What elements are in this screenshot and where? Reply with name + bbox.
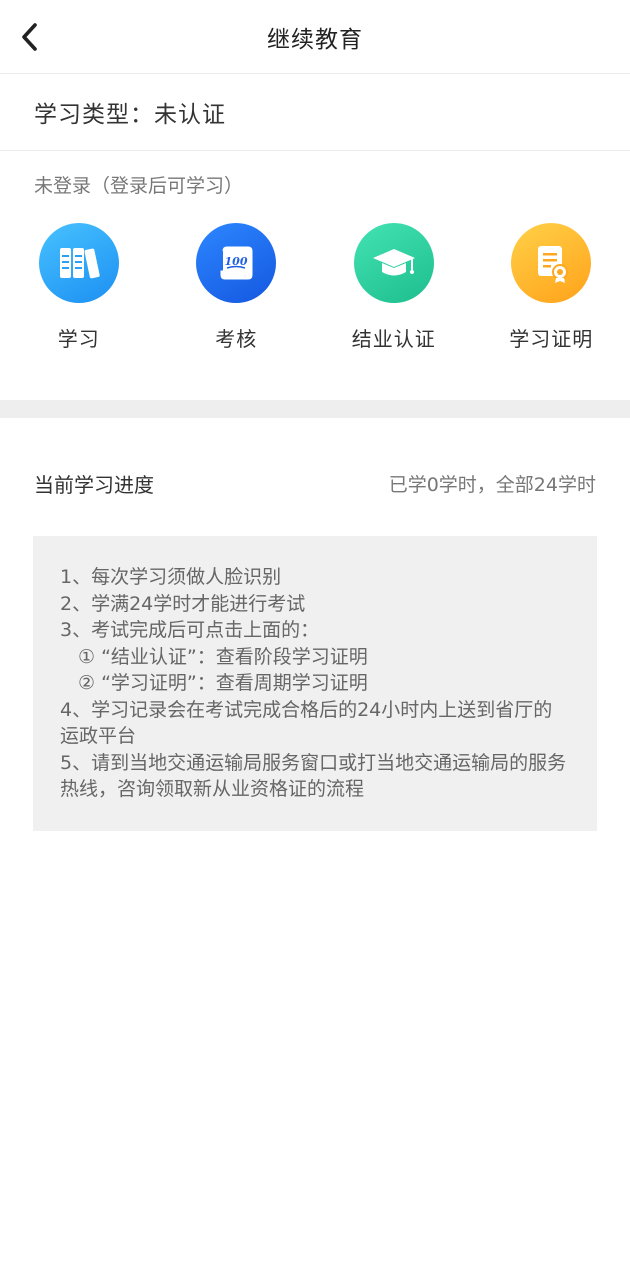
notice-line: 2、学满24学时才能进行考试 bbox=[60, 592, 306, 615]
feature-label: 考核 bbox=[215, 327, 258, 351]
notice-line: 5、请到当地交通运输局服务窗口或打当地交通运输局的服务热线，咨询领取新从业资格证… bbox=[60, 751, 567, 801]
chevron-left-icon bbox=[22, 23, 37, 51]
exam-scroll-icon: 100 bbox=[196, 223, 277, 303]
login-hint: 未登录（登录后可学习） bbox=[34, 175, 244, 197]
study-type-text: 学习类型：未认证 bbox=[34, 102, 226, 128]
study-type-row: 学习类型：未认证 bbox=[0, 74, 630, 151]
feature-graduation[interactable]: 结业认证 bbox=[315, 215, 473, 400]
feature-certificate[interactable]: 学习证明 bbox=[473, 215, 630, 400]
section-divider bbox=[0, 400, 630, 418]
notice-line: 1、每次学习须做人脸识别 bbox=[60, 566, 282, 588]
books-icon bbox=[38, 223, 119, 303]
back-button[interactable] bbox=[10, 17, 50, 57]
notice-box: 1、每次学习须做人脸识别 2、学满24学时才能进行考试 3、考试完成后可点击上面… bbox=[33, 536, 597, 831]
feature-exam[interactable]: 100 考核 bbox=[158, 215, 316, 400]
progress-value: 已学0学时，全部24学时 bbox=[388, 473, 596, 496]
feature-label: 结业认证 bbox=[351, 327, 436, 351]
notice-line: ② “学习证明”：查看周期学习证明 bbox=[78, 672, 368, 694]
feature-label: 学习证明 bbox=[509, 327, 594, 351]
feature-grid: 学习 100 考核 结业认证 学习证明 bbox=[0, 215, 630, 400]
graduation-cap-icon bbox=[353, 223, 434, 303]
certificate-icon bbox=[511, 223, 592, 303]
nav-bar: 继续教育 bbox=[0, 0, 630, 74]
feature-label: 学习 bbox=[57, 327, 100, 351]
progress-row: 当前学习进度 已学0学时，全部24学时 bbox=[0, 468, 630, 498]
continuing-education-page: 继续教育 学习类型：未认证 未登录（登录后可学习） 学习 100 考核 结业认证… bbox=[0, 0, 630, 1280]
notice-line: 3、考试完成后可点击上面的： bbox=[60, 619, 320, 641]
notice-line: 4、学习记录会在考试完成合格后的24小时内上送到省厅的运政平台 bbox=[60, 698, 553, 748]
page-title: 继续教育 bbox=[267, 26, 363, 53]
progress-label: 当前学习进度 bbox=[34, 472, 154, 497]
notice-line: ① “结业认证”：查看阶段学习证明 bbox=[78, 645, 368, 668]
feature-study[interactable]: 学习 bbox=[0, 215, 158, 400]
